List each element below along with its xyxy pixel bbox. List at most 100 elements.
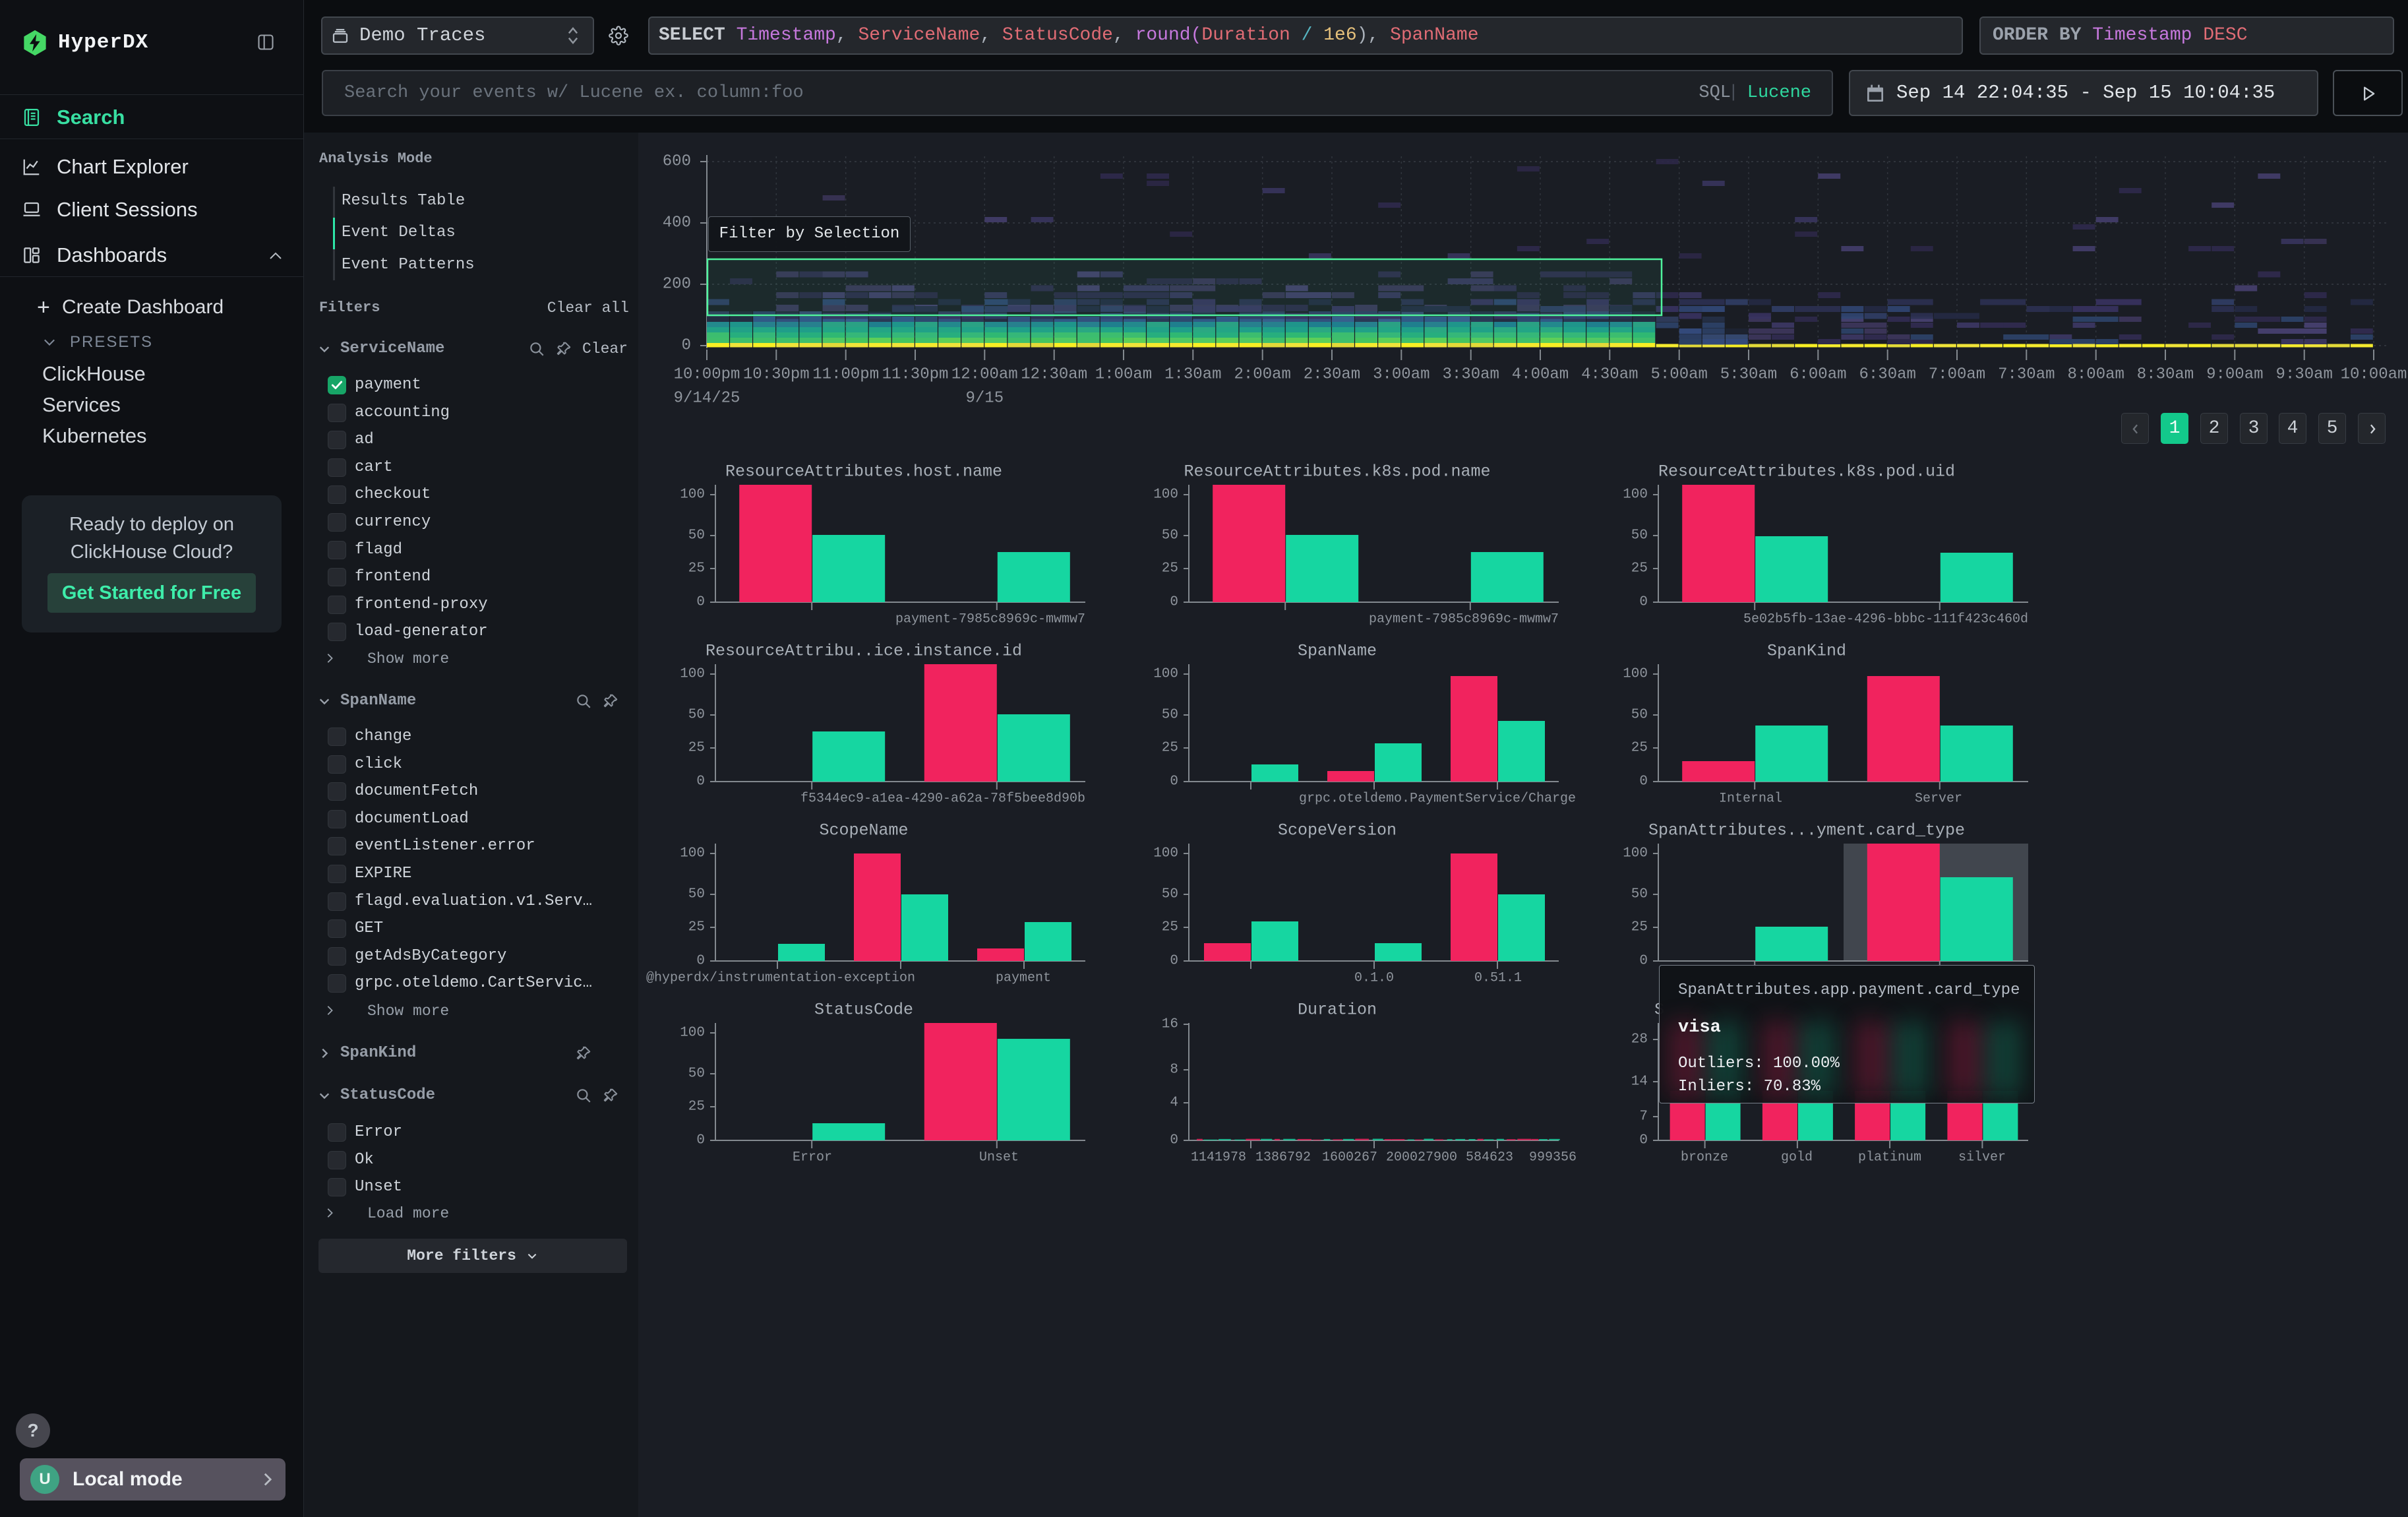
svg-text:600: 600 bbox=[663, 153, 691, 171]
svg-text:0: 0 bbox=[1170, 774, 1178, 789]
svg-text:0: 0 bbox=[1639, 774, 1648, 789]
svg-text:0: 0 bbox=[1639, 1133, 1648, 1148]
svg-text:0: 0 bbox=[1170, 954, 1178, 969]
svg-text:25: 25 bbox=[1162, 561, 1178, 576]
svg-text:Error: Error bbox=[793, 1150, 832, 1165]
svg-text:f5344ec9-a1ea-4290-a62a-78f5be: f5344ec9-a1ea-4290-a62a-78f5bee8d90b bbox=[800, 791, 1085, 807]
svg-text:payment-7985c8969c-mwmw7: payment-7985c8969c-mwmw7 bbox=[895, 612, 1085, 627]
svg-text:3:30am: 3:30am bbox=[1442, 366, 1499, 384]
svg-text:0: 0 bbox=[696, 774, 705, 789]
svg-text:25: 25 bbox=[1162, 741, 1178, 756]
svg-text:14: 14 bbox=[1631, 1074, 1648, 1090]
svg-text:25: 25 bbox=[1162, 920, 1178, 935]
svg-text:25: 25 bbox=[688, 561, 705, 576]
svg-text:Duration: Duration bbox=[1298, 1001, 1377, 1020]
svg-text:10:00pm: 10:00pm bbox=[674, 366, 740, 384]
svg-text:25: 25 bbox=[1631, 920, 1648, 935]
svg-text:StatusCode: StatusCode bbox=[814, 1001, 913, 1020]
svg-text:Unset: Unset bbox=[979, 1150, 1019, 1165]
svg-text:1:30am: 1:30am bbox=[1164, 366, 1221, 384]
svg-text:100: 100 bbox=[1623, 487, 1648, 503]
svg-text:5e02b5fb-13ae-4296-bbbc-111f42: 5e02b5fb-13ae-4296-bbbc-111f423c460d bbox=[1743, 612, 2028, 627]
svg-text:5:30am: 5:30am bbox=[1720, 366, 1777, 384]
svg-text:100: 100 bbox=[1623, 667, 1648, 682]
svg-text:SpanAttributes...yment.card_ty: SpanAttributes...yment.card_type bbox=[1648, 821, 1965, 840]
svg-text:silver: silver bbox=[1958, 1150, 2006, 1165]
svg-text:50: 50 bbox=[1162, 887, 1178, 902]
svg-text:@hyperdx/instrumentation-excep: @hyperdx/instrumentation-exception bbox=[646, 971, 915, 986]
svg-text:100: 100 bbox=[680, 1026, 705, 1041]
svg-text:0: 0 bbox=[1170, 595, 1178, 610]
svg-text:50: 50 bbox=[1631, 708, 1648, 723]
svg-text:payment: payment bbox=[996, 971, 1051, 986]
svg-text:25: 25 bbox=[688, 920, 705, 935]
svg-text:50: 50 bbox=[1631, 887, 1648, 902]
svg-text:50: 50 bbox=[688, 708, 705, 723]
svg-text:28: 28 bbox=[1631, 1032, 1648, 1047]
svg-text:4:30am: 4:30am bbox=[1581, 366, 1638, 384]
svg-text:8:00am: 8:00am bbox=[2067, 366, 2124, 384]
svg-text:200: 200 bbox=[663, 276, 691, 294]
svg-text:0: 0 bbox=[1170, 1133, 1178, 1148]
svg-text:ResourceAttributes.k8s.pod.uid: ResourceAttributes.k8s.pod.uid bbox=[1658, 462, 1955, 481]
svg-text:Internal: Internal bbox=[1719, 791, 1782, 807]
svg-text:SpanKind: SpanKind bbox=[1767, 642, 1846, 661]
svg-text:25: 25 bbox=[688, 741, 705, 756]
svg-text:5:00am: 5:00am bbox=[1650, 366, 1707, 384]
svg-text:bronze: bronze bbox=[1681, 1150, 1728, 1165]
svg-text:1600267: 1600267 bbox=[1322, 1150, 1377, 1165]
svg-text:100: 100 bbox=[680, 487, 705, 503]
svg-text:ResourceAttributes.host.name: ResourceAttributes.host.name bbox=[725, 462, 1002, 481]
svg-text:16: 16 bbox=[1162, 1017, 1178, 1032]
svg-text:0.1.0: 0.1.0 bbox=[1354, 971, 1394, 986]
svg-text:50: 50 bbox=[1631, 528, 1648, 543]
svg-text:50: 50 bbox=[688, 1067, 705, 1082]
svg-text:10:30pm: 10:30pm bbox=[743, 366, 810, 384]
svg-text:ResourceAttributes.k8s.pod.nam: ResourceAttributes.k8s.pod.name bbox=[1184, 462, 1490, 481]
svg-text:0: 0 bbox=[696, 595, 705, 610]
svg-text:0: 0 bbox=[696, 1133, 705, 1148]
svg-text:1386792: 1386792 bbox=[1255, 1150, 1311, 1165]
svg-text:50: 50 bbox=[688, 887, 705, 902]
svg-text:7:30am: 7:30am bbox=[1998, 366, 2055, 384]
svg-text:0: 0 bbox=[1639, 954, 1648, 969]
svg-text:4: 4 bbox=[1170, 1096, 1178, 1111]
svg-text:10:00am: 10:00am bbox=[2341, 366, 2407, 384]
svg-text:9:30am: 9:30am bbox=[2275, 366, 2332, 384]
svg-text:0: 0 bbox=[696, 954, 705, 969]
svg-text:25: 25 bbox=[688, 1099, 705, 1115]
svg-text:Server: Server bbox=[1915, 791, 1962, 807]
svg-text:4:00am: 4:00am bbox=[1512, 366, 1569, 384]
svg-text:6:30am: 6:30am bbox=[1859, 366, 1915, 384]
svg-text:ScopeVersion: ScopeVersion bbox=[1278, 821, 1397, 840]
svg-text:0: 0 bbox=[1639, 595, 1648, 610]
svg-text:7:00am: 7:00am bbox=[1929, 366, 1985, 384]
svg-text:0.51.1: 0.51.1 bbox=[1474, 971, 1522, 986]
svg-text:1141978: 1141978 bbox=[1191, 1150, 1246, 1165]
svg-text:100: 100 bbox=[1623, 846, 1648, 861]
svg-text:50: 50 bbox=[688, 528, 705, 543]
svg-text:9:00am: 9:00am bbox=[2206, 366, 2263, 384]
svg-text:100: 100 bbox=[1153, 846, 1178, 861]
svg-text:12:30am: 12:30am bbox=[1021, 366, 1087, 384]
svg-text:ScopeName: ScopeName bbox=[819, 821, 908, 840]
svg-text:6:00am: 6:00am bbox=[1790, 366, 1846, 384]
svg-text:999356: 999356 bbox=[1529, 1150, 1577, 1165]
svg-text:8: 8 bbox=[1170, 1063, 1178, 1078]
svg-text:11:30pm: 11:30pm bbox=[882, 366, 949, 384]
svg-text:3:00am: 3:00am bbox=[1373, 366, 1430, 384]
svg-text:payment-7985c8969c-mwmw7: payment-7985c8969c-mwmw7 bbox=[1369, 612, 1559, 627]
svg-text:2:00am: 2:00am bbox=[1234, 366, 1290, 384]
svg-text:8:30am: 8:30am bbox=[2137, 366, 2194, 384]
svg-text:1:00am: 1:00am bbox=[1095, 366, 1152, 384]
svg-text:100: 100 bbox=[1153, 487, 1178, 503]
svg-text:400: 400 bbox=[663, 214, 691, 232]
svg-text:200027900: 200027900 bbox=[1386, 1150, 1457, 1165]
svg-text:0: 0 bbox=[682, 337, 691, 355]
svg-text:50: 50 bbox=[1162, 708, 1178, 723]
svg-text:gold: gold bbox=[1781, 1150, 1813, 1165]
svg-text:25: 25 bbox=[1631, 741, 1648, 756]
svg-text:2:30am: 2:30am bbox=[1304, 366, 1360, 384]
svg-text:11:00pm: 11:00pm bbox=[812, 366, 879, 384]
svg-text:7: 7 bbox=[1639, 1109, 1648, 1125]
